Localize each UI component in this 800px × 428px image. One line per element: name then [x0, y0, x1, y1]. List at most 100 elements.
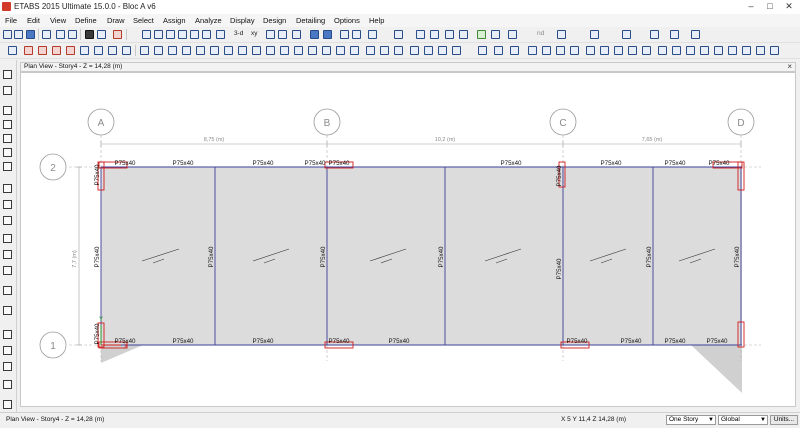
reshape-tool-icon[interactable]: [3, 86, 12, 95]
menu-assign[interactable]: Assign: [163, 16, 186, 25]
draw-line-icon[interactable]: [3, 106, 12, 115]
draw-strip-icon[interactable]: [3, 400, 12, 409]
snap-perpendicular-icon[interactable]: [336, 46, 345, 55]
rubber-band-zoom-icon[interactable]: [292, 30, 301, 39]
assign-load-icon[interactable]: [452, 46, 461, 55]
open-icon[interactable]: [14, 30, 23, 39]
draw-brace-icon[interactable]: [80, 46, 89, 55]
diaphragm-icon[interactable]: [542, 46, 551, 55]
quick-draw-icon[interactable]: [477, 30, 486, 39]
draw-opening-tool-icon[interactable]: [3, 234, 12, 243]
snap-intersection-icon[interactable]: [322, 46, 331, 55]
modal-icon[interactable]: [742, 46, 751, 55]
redo-icon[interactable]: [68, 30, 77, 39]
zoom-window-icon[interactable]: [142, 30, 151, 39]
minimize-button[interactable]: –: [741, 1, 761, 12]
extend-icon[interactable]: [238, 46, 247, 55]
trim-icon[interactable]: [224, 46, 233, 55]
frame-icon[interactable]: [416, 30, 425, 39]
deformed-shape-icon[interactable]: [508, 30, 517, 39]
snap-grid-icon[interactable]: [350, 46, 359, 55]
refresh-icon[interactable]: [85, 30, 94, 39]
join-icon[interactable]: [210, 46, 219, 55]
point-load-icon[interactable]: [614, 46, 623, 55]
draw-beam-tool-icon[interactable]: [3, 148, 12, 157]
story-icon[interactable]: [459, 30, 468, 39]
plan-view-canvas[interactable]: 8,75 (m) 10,2 (m) 7,65 (m) 7,7 (m) A B C…: [20, 72, 796, 407]
display-options-icon[interactable]: [340, 30, 349, 39]
object-shrink-icon[interactable]: [368, 30, 377, 39]
divide-icon[interactable]: [196, 46, 205, 55]
draw-column-tool-icon[interactable]: [3, 134, 12, 143]
view-3d-button[interactable]: 3-d: [234, 30, 243, 37]
menu-analyze[interactable]: Analyze: [195, 16, 222, 25]
replicate-icon[interactable]: [140, 46, 149, 55]
zoom-out-icon[interactable]: [166, 30, 175, 39]
view-yz-icon[interactable]: [278, 30, 287, 39]
design-shear-wall-icon[interactable]: [670, 30, 679, 39]
assign-frame-icon[interactable]: [424, 46, 433, 55]
more-tools-icon[interactable]: [770, 46, 779, 55]
run-analysis-icon[interactable]: [113, 30, 122, 39]
move-down-icon[interactable]: [323, 30, 332, 39]
merge-icon[interactable]: [182, 46, 191, 55]
plan-drawing[interactable]: 8,75 (m) 10,2 (m) 7,65 (m) 7,7 (m) A B C…: [20, 72, 796, 407]
assign-shell-icon[interactable]: [438, 46, 447, 55]
wall-stack-icon[interactable]: [445, 30, 454, 39]
pointer-icon[interactable]: [8, 46, 17, 55]
undo-icon[interactable]: [56, 30, 65, 39]
draw-joint-icon[interactable]: [38, 46, 47, 55]
reshape-icon[interactable]: [266, 46, 275, 55]
strip-icon[interactable]: [600, 46, 609, 55]
snap-middle-icon[interactable]: [308, 46, 317, 55]
draw-area-icon[interactable]: [3, 184, 12, 193]
design-steel-icon[interactable]: [590, 30, 599, 39]
measure-icon[interactable]: [510, 46, 519, 55]
offset-icon[interactable]: [252, 46, 261, 55]
draw-deck-icon[interactable]: [3, 266, 12, 275]
move-up-icon[interactable]: [310, 30, 319, 39]
coord-system-select[interactable]: Global ▼: [718, 415, 768, 425]
brace-icon[interactable]: [430, 30, 439, 39]
zoom-in-icon[interactable]: [154, 30, 163, 39]
maximize-button[interactable]: □: [760, 1, 780, 12]
clear-selection-icon[interactable]: [394, 46, 403, 55]
spandrel-label-icon[interactable]: [570, 46, 579, 55]
draw-frame-icon[interactable]: [3, 120, 12, 129]
new-model-icon[interactable]: [3, 30, 12, 39]
close-button[interactable]: ✕: [779, 1, 799, 12]
draw-link-icon[interactable]: [3, 286, 12, 295]
select-previous-icon[interactable]: [380, 46, 389, 55]
tendon-icon[interactable]: [586, 46, 595, 55]
view-nd-button[interactable]: nd: [537, 30, 544, 37]
menu-display[interactable]: Display: [230, 16, 255, 25]
close-view-button[interactable]: ×: [787, 62, 792, 71]
wind-load-icon[interactable]: [658, 46, 667, 55]
pier-label-icon[interactable]: [556, 46, 565, 55]
seismic-load-icon[interactable]: [672, 46, 681, 55]
p-delta-icon[interactable]: [728, 46, 737, 55]
line-load-icon[interactable]: [628, 46, 637, 55]
print-icon[interactable]: [42, 30, 51, 39]
section-cut-icon[interactable]: [494, 46, 503, 55]
draw-slab-icon[interactable]: [3, 250, 12, 259]
menu-detailing[interactable]: Detailing: [296, 16, 325, 25]
draw-opening-icon[interactable]: [122, 46, 131, 55]
menu-edit[interactable]: Edit: [27, 16, 40, 25]
draw-wall-icon[interactable]: [108, 46, 117, 55]
design-composite-icon[interactable]: [650, 30, 659, 39]
view-tab[interactable]: Plan View - Story4 - Z = 14,28 (m) ×: [20, 62, 796, 72]
draw-floor-icon[interactable]: [94, 46, 103, 55]
draw-wall-tool-icon[interactable]: [3, 216, 12, 225]
menu-options[interactable]: Options: [334, 16, 360, 25]
menu-file[interactable]: File: [5, 16, 17, 25]
design-concrete-icon[interactable]: [622, 30, 631, 39]
story-select[interactable]: One Story ▼: [666, 415, 716, 425]
pan-icon[interactable]: [202, 30, 211, 39]
design-slab-icon[interactable]: [691, 30, 700, 39]
mass-source-icon[interactable]: [714, 46, 723, 55]
forces-icon[interactable]: [557, 30, 566, 39]
draw-tendon-icon[interactable]: [3, 380, 12, 389]
draw-rectangle-icon[interactable]: [3, 200, 12, 209]
select-pointer-icon[interactable]: [3, 70, 12, 79]
